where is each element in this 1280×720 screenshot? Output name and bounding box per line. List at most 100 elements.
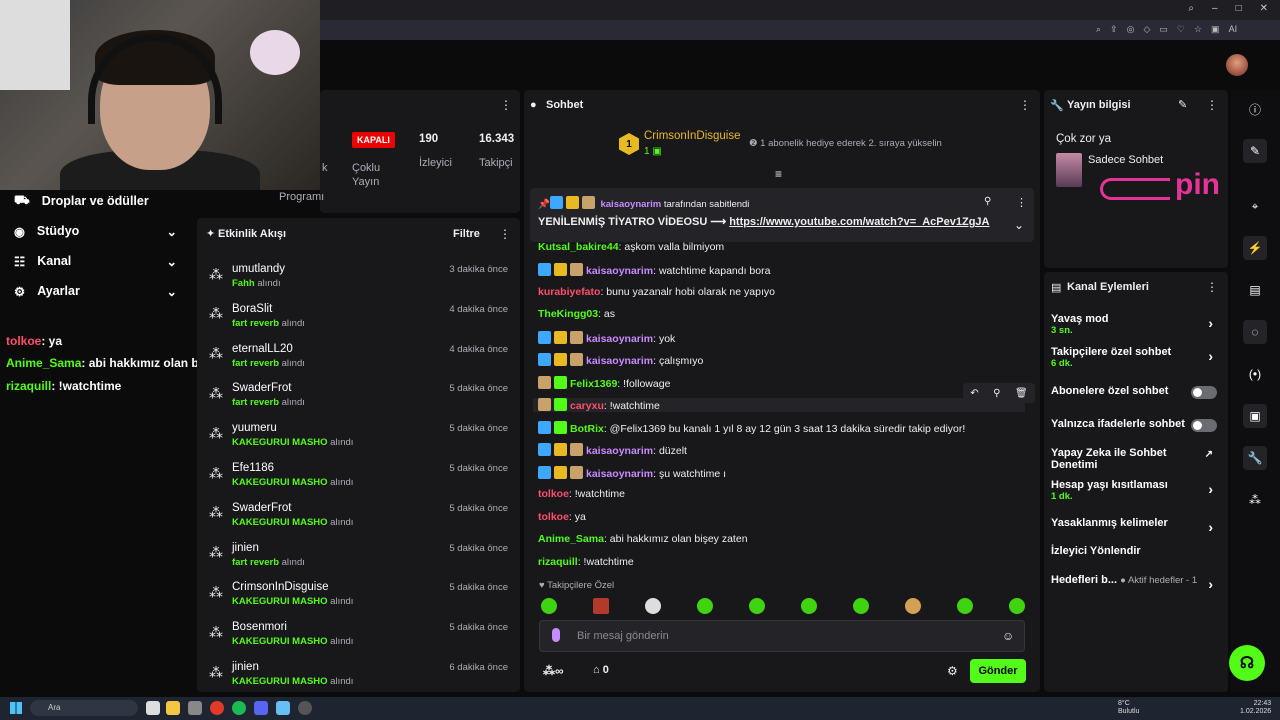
app-icon[interactable] xyxy=(188,701,202,715)
chat-message[interactable]: kaisaoynarim: düzelt xyxy=(538,443,687,457)
emote-icon[interactable] xyxy=(645,598,661,614)
stream-info-menu-icon[interactable]: ⋮ xyxy=(1206,98,1218,112)
browser-icon[interactable] xyxy=(210,701,224,715)
chat-message[interactable]: kaisaoynarim: yok xyxy=(538,331,675,345)
message-input[interactable]: Bir mesaj gönderin xyxy=(577,630,669,642)
chat-message[interactable]: kaisaoynarim: çalışmıyo xyxy=(538,353,703,367)
unpin-icon[interactable]: ⚲ xyxy=(984,196,991,207)
activity-item[interactable]: ⁂ yuumeru KAKEGURUI MASHO alındı 5 dakika ö… xyxy=(205,416,515,456)
chat-message[interactable]: TheKingg03: as xyxy=(538,308,615,320)
chat-username[interactable]: kaisaoynarim xyxy=(586,265,653,277)
channel-action-item[interactable]: Hesap yaşı kısıtlaması 1 dk. › xyxy=(1051,479,1223,502)
emoji-icon[interactable]: ☺ xyxy=(1002,629,1014,643)
drops-display[interactable]: ⌂ 0 xyxy=(593,664,609,676)
chat-message[interactable]: Felix1369: !followage xyxy=(538,376,670,390)
emote-icon[interactable] xyxy=(905,598,921,614)
collapse-icon[interactable]: ≡ xyxy=(775,167,782,181)
channel-action-item[interactable]: Takipçilere özel sohbet 6 dk. › xyxy=(1051,346,1223,369)
channel-action-item[interactable]: Yavaş mod 3 sn. › xyxy=(1051,313,1223,336)
minimize-button[interactable]: – xyxy=(1212,3,1218,14)
pinned-menu-icon[interactable]: ⋮ xyxy=(1016,196,1027,209)
sidebar-item-settings[interactable]: ⚙ Ayarlar ⌄ xyxy=(0,276,195,306)
activity-item[interactable]: ⁂ jinien KAKEGURUI MASHO alındı 6 dakika ön… xyxy=(205,655,515,695)
chat-username[interactable]: kurabiyefato xyxy=(538,286,600,298)
chat-message[interactable]: BotRix: @Felix1369 bu kanalı 1 yıl 8 ay … xyxy=(538,421,965,435)
chat-username[interactable]: caryxu xyxy=(570,400,604,412)
translate-icon[interactable]: ◇ xyxy=(1143,24,1150,35)
chat-message[interactable]: caryxu: !watchtime xyxy=(533,398,1025,412)
activity-item[interactable]: ⁂ SwaderFrot fart reverb alındı 5 dakika ön… xyxy=(205,376,515,416)
activity-item[interactable]: ⁂ Efe1186 KAKEGURUI MASHO alındı 5 dakika ö… xyxy=(205,456,515,496)
discord-icon[interactable] xyxy=(254,701,268,715)
activity-item[interactable]: ⁂ eternalLL20 fart reverb alındı 4 dakika ö… xyxy=(205,337,515,377)
maximize-button[interactable]: □ xyxy=(1236,3,1242,14)
chat-message[interactable]: kaisaoynarim: watchtime kapandı bora xyxy=(538,263,770,277)
bolt-icon[interactable]: ⚡ xyxy=(1243,236,1267,260)
pin-icon[interactable]: ⚲ xyxy=(993,388,1000,399)
channel-action-item[interactable]: Yalnızca ifadelerle sohbet xyxy=(1051,418,1223,432)
mic-icon[interactable] xyxy=(552,628,560,642)
sidebar-item-channel[interactable]: ☷ Kanal ⌄ xyxy=(0,246,195,276)
channel-action-item[interactable]: İzleyici Yönlendir xyxy=(1051,545,1223,557)
clock[interactable]: 22:43 1.02.2026 xyxy=(1240,700,1271,716)
support-button[interactable]: ☊ xyxy=(1229,645,1265,681)
emote-icon[interactable] xyxy=(1009,598,1025,614)
chat-username[interactable]: tolkoe xyxy=(538,488,569,500)
scan-icon[interactable]: ⌖ xyxy=(1243,194,1267,218)
chat-username[interactable]: BotRix xyxy=(570,423,604,435)
emote-icon[interactable] xyxy=(801,598,817,614)
filter-button[interactable]: Filtre xyxy=(453,228,480,240)
avatar[interactable] xyxy=(1226,54,1248,76)
chat-username[interactable]: rizaquill xyxy=(538,556,578,568)
obs-icon[interactable] xyxy=(298,701,312,715)
emote-icon[interactable] xyxy=(957,598,973,614)
channel-action-item[interactable]: Yasaklanmış kelimeler › xyxy=(1051,517,1223,535)
pip-icon[interactable]: ▭ xyxy=(1159,24,1168,35)
channel-action-item[interactable]: Yapay Zeka ile Sohbet Denetimi ↗ xyxy=(1051,447,1223,471)
pinned-link[interactable]: https://www.youtube.com/watch?v=_AcPev1Z… xyxy=(729,216,989,228)
spotify-icon[interactable] xyxy=(232,701,246,715)
ai-icon[interactable]: AI xyxy=(1229,24,1238,35)
zoom-icon[interactable]: ⌕ xyxy=(1096,24,1101,35)
chat-menu-icon[interactable]: ⋮ xyxy=(1019,98,1031,112)
chat-message[interactable]: Anime_Sama: abi hakkımız olan bişey zate… xyxy=(538,533,748,545)
share-icon[interactable]: ⇪ xyxy=(1110,24,1118,35)
chat-bubble-icon[interactable]: ◌ xyxy=(1243,320,1267,344)
channel-actions-menu-icon[interactable]: ⋮ xyxy=(1206,280,1218,294)
points-display[interactable]: ⁂∞ xyxy=(543,664,564,678)
chat-username[interactable]: kaisaoynarim xyxy=(586,468,653,480)
close-button[interactable]: ✕ xyxy=(1260,3,1268,14)
sidebar-item-drops[interactable]: ⛟ Droplar ve ödüller xyxy=(0,186,195,216)
emote-icon[interactable] xyxy=(749,598,765,614)
delete-icon[interactable]: 🗑 xyxy=(1015,388,1028,399)
chat-message[interactable]: tolkoe: !watchtime xyxy=(538,488,625,500)
gifter-name[interactable]: CrimsonInDisguise xyxy=(644,130,741,142)
emote-icon[interactable] xyxy=(593,598,609,614)
search-icon[interactable]: ⌕ xyxy=(1188,3,1194,14)
chat-message[interactable]: kaisaoynarim: şu watchtime ı xyxy=(538,466,726,480)
channel-action-item[interactable]: Hedefleri b... ● Aktif hedefler - 1 › xyxy=(1051,574,1223,592)
toggle-switch[interactable] xyxy=(1191,386,1217,399)
chat-username[interactable]: kaisaoynarim xyxy=(586,355,653,367)
folder-icon[interactable] xyxy=(166,701,180,715)
chat-message[interactable]: tolkoe: ya xyxy=(538,511,586,523)
camera-icon[interactable]: ◎ xyxy=(1127,24,1135,35)
chat-username[interactable]: Felix1369 xyxy=(570,378,617,390)
reply-icon[interactable]: ↶ xyxy=(970,388,978,399)
start-icon[interactable] xyxy=(10,702,22,714)
emote-icon[interactable] xyxy=(541,598,557,614)
steam-icon[interactable] xyxy=(276,701,290,715)
chat-username[interactable]: Kutsal_bakire44 xyxy=(538,241,619,253)
chat-username[interactable]: kaisaoynarim xyxy=(586,445,653,457)
edit-icon[interactable]: ✎ xyxy=(1243,139,1267,163)
layout-icon[interactable]: ▣ xyxy=(1243,404,1267,428)
chat-message[interactable]: rizaquill: !watchtime xyxy=(538,556,634,568)
bookmark-icon[interactable]: ☆ xyxy=(1194,24,1202,35)
expand-chevron-icon[interactable]: ⌄ xyxy=(1014,218,1024,232)
send-button[interactable]: Gönder xyxy=(970,659,1026,683)
emote-icon[interactable] xyxy=(697,598,713,614)
wrench-icon[interactable]: 🔧 xyxy=(1243,446,1267,470)
activity-item[interactable]: ⁂ umutlandy Fahh alındı 3 dakika önce xyxy=(205,257,515,297)
info-icon[interactable]: ⓘ xyxy=(1243,97,1267,121)
heart-icon[interactable]: ♡ xyxy=(1177,24,1185,35)
